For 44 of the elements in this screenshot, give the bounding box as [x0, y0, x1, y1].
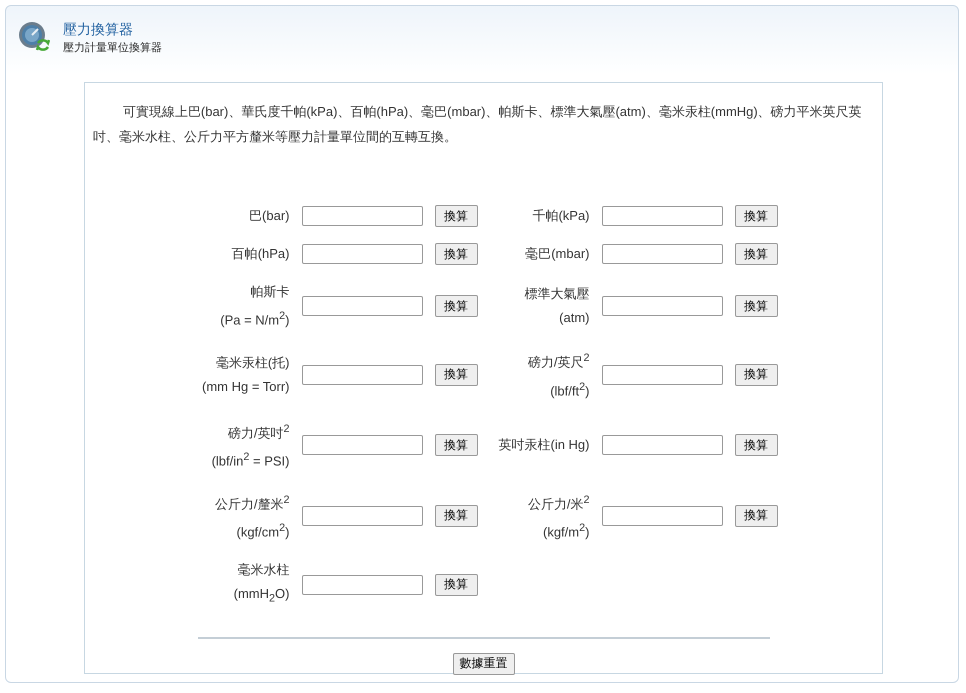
convert-button[interactable]: 換算 [734, 295, 778, 318]
unit-label: 磅力/英吋$^{2}$ (lbf/in$^{2}$ = PSI) [210, 422, 290, 471]
gauge-icon [18, 21, 50, 53]
input-field[interactable] [602, 296, 722, 316]
input-field[interactable] [302, 574, 422, 595]
convert-button[interactable]: 換算 [434, 295, 478, 318]
convert-button[interactable]: 換算 [434, 364, 478, 386]
convert-button[interactable]: 換算 [734, 205, 778, 227]
input-field[interactable] [302, 206, 422, 226]
convert-button[interactable]: 換算 [434, 243, 478, 265]
intro-paragraph: 可實現線上巴(bar)、華氏度千帕(kPa)、百帕(hPa)、毫巴(mbar)、帕斯卡、標準大氣壓(atm)、毫米汞柱(mmHg)、磅力平米英尺英吋、毫米水柱、公斤力平方釐米等壓力計量單位間的互轉互換。 [93, 103, 863, 146]
input-field[interactable] [302, 244, 422, 264]
convert-button[interactable]: 換算 [734, 434, 778, 456]
convert-button[interactable]: 換算 [734, 243, 778, 265]
convert-button[interactable]: 換算 [434, 504, 478, 527]
unit-label: 標準大氣壓 (atm) [524, 285, 590, 328]
unit-label: 毫巴(mbar) [524, 245, 590, 263]
convert-button[interactable]: 換算 [734, 504, 778, 527]
convert-button[interactable]: 換算 [434, 205, 478, 227]
convert-button[interactable]: 換算 [734, 364, 778, 386]
input-field[interactable] [302, 506, 422, 526]
input-field[interactable] [602, 506, 722, 526]
unit-label: 千帕(kPa) [531, 207, 590, 225]
input-field[interactable] [302, 296, 422, 316]
unit-label: 英吋汞柱(in Hg) [497, 436, 590, 454]
unit-label: 公斤力/米$^{2}$ (kgf/m$^{2}$) [526, 492, 590, 542]
input-field[interactable] [602, 244, 722, 264]
unit-label: 巴(bar) [248, 207, 290, 225]
input-field[interactable] [302, 364, 422, 385]
unit-label: 毫米汞柱(托) (mm Hg = Torr) [200, 354, 290, 396]
unit-label: 毫米水柱 (mmH$_{2}$O) [232, 561, 290, 607]
input-field[interactable] [302, 435, 422, 456]
convert-button[interactable]: 換算 [434, 574, 478, 596]
page-subtitle: 壓力計量單位換算器 [63, 40, 162, 55]
input-field[interactable] [602, 206, 722, 226]
input-field[interactable] [602, 435, 722, 456]
page-title: 壓力換算器 [63, 20, 134, 38]
unit-label: 百帕(hPa) [230, 245, 290, 263]
unit-label: 公斤力/釐米$^{2}$ (kgf/cm$^{2}$) [214, 492, 290, 542]
unit-label: 帕斯卡 (Pa = N/m$^{2}$) [219, 283, 290, 330]
convert-button[interactable]: 換算 [434, 434, 478, 456]
input-field[interactable] [602, 364, 722, 385]
unit-label: 磅力/英尺$^{2}$ (lbf/ft$^{2}$) [526, 351, 590, 400]
reset-button[interactable]: 數據重置 [452, 652, 514, 675]
